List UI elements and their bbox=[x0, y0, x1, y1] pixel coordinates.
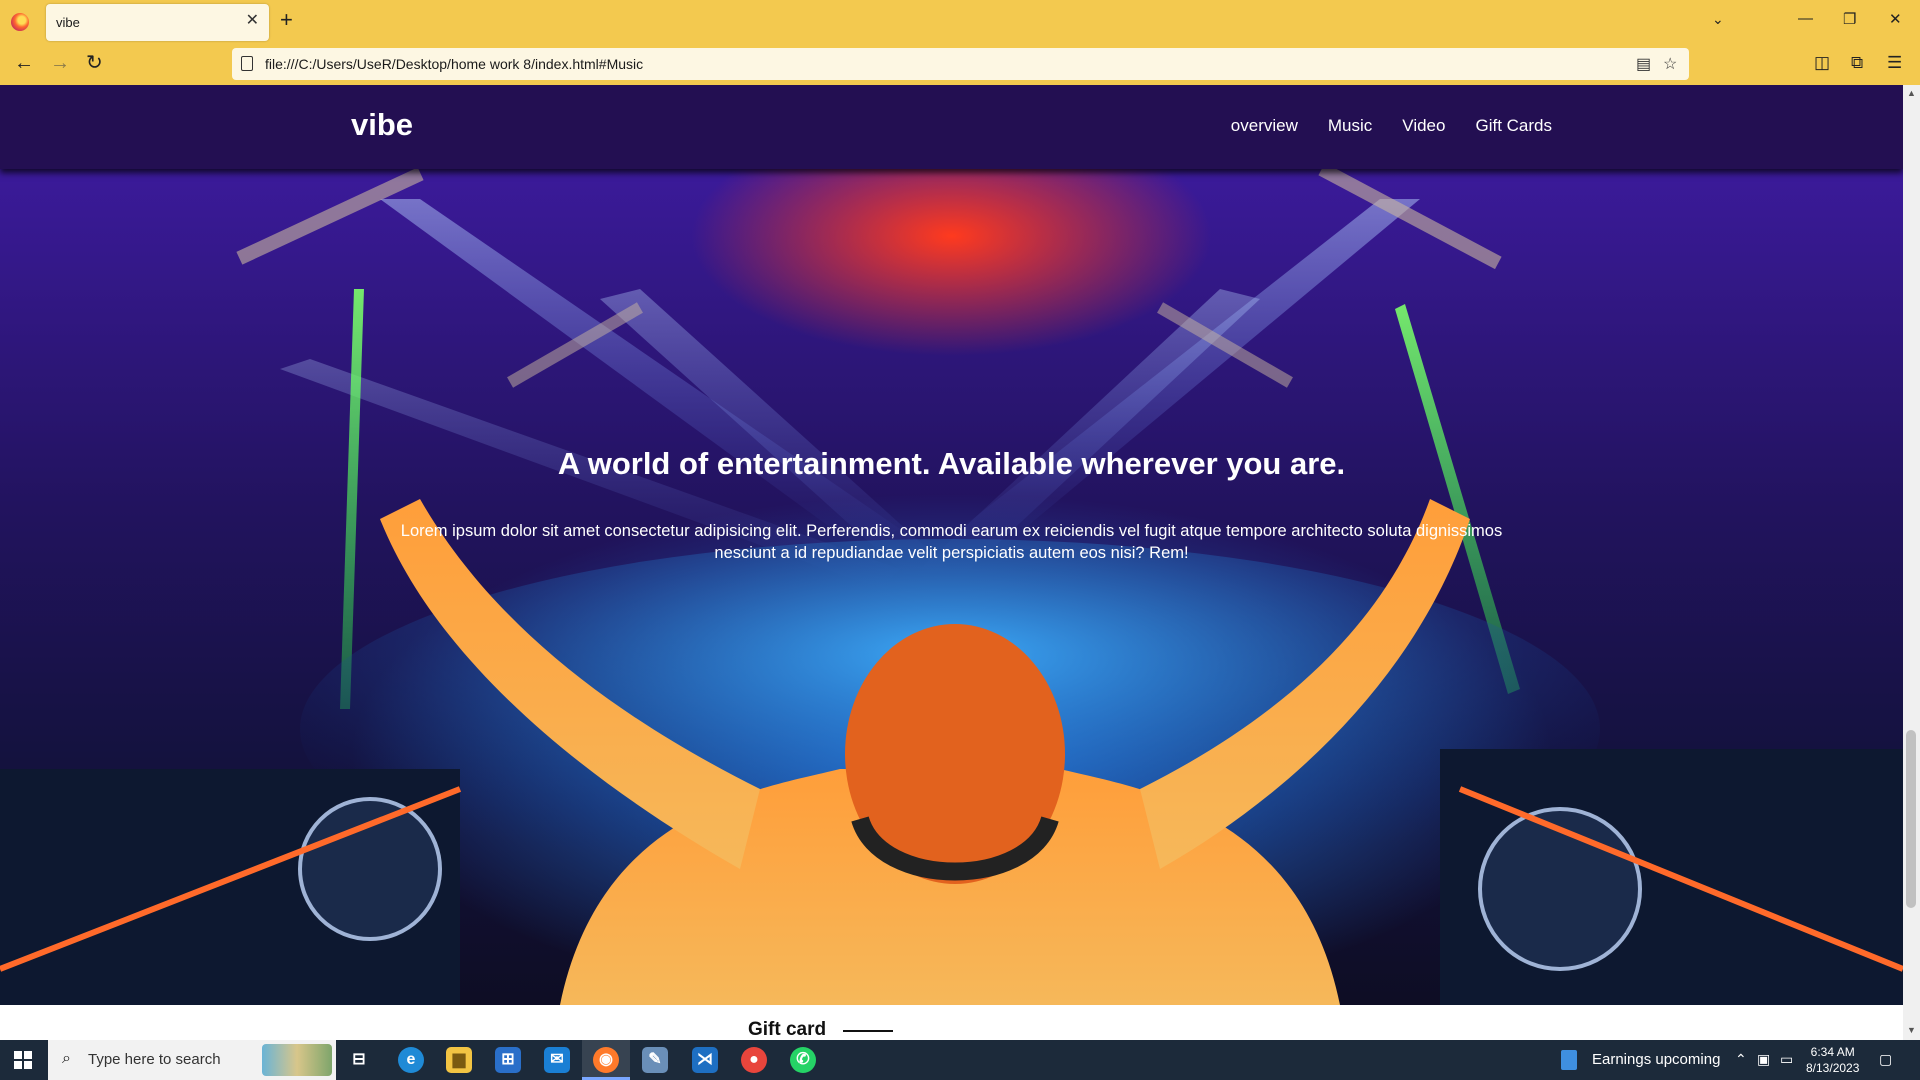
search-icon: ⌕ bbox=[62, 1050, 71, 1067]
scroll-thumb[interactable] bbox=[1906, 730, 1916, 908]
reader-view-icon[interactable]: ▤ bbox=[1636, 54, 1651, 74]
site-nav: overview Music Video Gift Cards bbox=[1231, 116, 1552, 136]
mail-icon[interactable]: ✉ bbox=[544, 1047, 570, 1073]
clock-date: 8/13/2023 bbox=[1806, 1061, 1860, 1075]
search-placeholder: Type here to search bbox=[88, 1051, 221, 1068]
hero-description: Lorem ipsum dolor sit amet consectetur a… bbox=[400, 522, 1503, 562]
page-icon bbox=[241, 56, 253, 71]
tab-title: vibe bbox=[56, 15, 80, 30]
nav-link-music[interactable]: Music bbox=[1328, 116, 1372, 136]
reload-icon[interactable]: ↻ bbox=[86, 52, 103, 74]
windows-taskbar: ⌕ Type here to search ⊟ e ▆ ⊞ ✉ ◉ ✎ ⋊ ● … bbox=[0, 1040, 1920, 1080]
system-clock[interactable]: 6:34 AM 8/13/2023 bbox=[1806, 1044, 1859, 1076]
minimize-icon[interactable]: — bbox=[1798, 10, 1813, 27]
list-all-tabs-icon[interactable]: ⌄ bbox=[1712, 11, 1724, 28]
concert-background-image bbox=[0, 169, 1903, 1005]
page-scrollbar[interactable]: ▲ ▼ bbox=[1903, 85, 1920, 1040]
site-header: vibe overview Music Video Gift Cards bbox=[0, 85, 1903, 169]
taskbar-search-box[interactable]: ⌕ Type here to search bbox=[48, 1040, 336, 1080]
page-viewport: vibe overview Music Video Gift Cards A w… bbox=[0, 85, 1903, 1040]
nav-link-overview[interactable]: overview bbox=[1231, 116, 1298, 136]
restore-icon[interactable]: ❐ bbox=[1843, 10, 1856, 28]
news-widget-text[interactable]: Earnings upcoming bbox=[1592, 1051, 1720, 1068]
pocket-icon[interactable]: ◫ bbox=[1814, 53, 1830, 73]
chrome-icon[interactable]: ● bbox=[741, 1047, 767, 1073]
browser-tab-active[interactable]: vibe ✕ bbox=[46, 4, 269, 41]
new-tab-icon[interactable]: + bbox=[280, 8, 293, 32]
bookmark-star-icon[interactable]: ☆ bbox=[1663, 54, 1677, 74]
search-highlight-image bbox=[262, 1044, 332, 1076]
menu-hamburger-icon[interactable]: ☰ bbox=[1887, 53, 1902, 73]
gift-card-heading: Gift card bbox=[748, 1019, 827, 1040]
firefox-logo-icon[interactable] bbox=[11, 13, 29, 31]
network-icon[interactable]: ▭ bbox=[1780, 1051, 1793, 1068]
browser-nav-bar: ← → ↻ file:///C:/Users/UseR/Desktop/home… bbox=[0, 43, 1920, 85]
nav-link-gift-cards[interactable]: Gift Cards bbox=[1475, 116, 1552, 136]
microsoft-store-icon[interactable]: ⊞ bbox=[495, 1047, 521, 1073]
news-widget-icon bbox=[1561, 1050, 1577, 1070]
forward-arrow-icon[interactable]: → bbox=[50, 52, 70, 74]
close-window-icon[interactable]: ✕ bbox=[1889, 10, 1902, 28]
whatsapp-icon[interactable]: ✆ bbox=[790, 1047, 816, 1073]
notepad-icon[interactable]: ✎ bbox=[642, 1047, 668, 1073]
nav-link-video[interactable]: Video bbox=[1402, 116, 1445, 136]
file-explorer-icon[interactable]: ▆ bbox=[446, 1047, 472, 1073]
url-bar[interactable]: file:///C:/Users/UseR/Desktop/home work … bbox=[232, 48, 1689, 80]
meet-now-icon[interactable]: ▣ bbox=[1757, 1051, 1770, 1068]
edge-icon[interactable]: e bbox=[398, 1047, 424, 1073]
clock-time: 6:34 AM bbox=[1810, 1045, 1855, 1059]
firefox-taskbar-icon[interactable]: ◉ bbox=[593, 1047, 619, 1073]
show-hidden-icons-icon[interactable]: ⌃ bbox=[1735, 1051, 1747, 1068]
notifications-icon[interactable]: ▢ bbox=[1879, 1051, 1892, 1068]
browser-tab-bar: vibe ✕ + ⌄ — ❐ ✕ bbox=[0, 0, 1920, 43]
windows-start-icon[interactable] bbox=[14, 1051, 32, 1069]
hero-title: A world of entertainment. Available wher… bbox=[557, 446, 1346, 481]
task-view-icon[interactable]: ⊟ bbox=[346, 1047, 372, 1073]
site-logo[interactable]: vibe bbox=[351, 107, 413, 143]
extensions-icon[interactable]: ⧉ bbox=[1851, 53, 1863, 73]
hero-section: A world of entertainment. Available wher… bbox=[0, 169, 1903, 1005]
close-tab-icon[interactable]: ✕ bbox=[246, 12, 259, 30]
url-text[interactable]: file:///C:/Users/UseR/Desktop/home work … bbox=[265, 56, 643, 72]
vscode-icon[interactable]: ⋊ bbox=[692, 1047, 718, 1073]
back-arrow-icon[interactable]: ← bbox=[14, 52, 34, 74]
scroll-down-icon[interactable]: ▼ bbox=[1907, 1025, 1916, 1035]
heading-underline bbox=[843, 1030, 893, 1032]
scroll-up-icon[interactable]: ▲ bbox=[1907, 88, 1916, 98]
